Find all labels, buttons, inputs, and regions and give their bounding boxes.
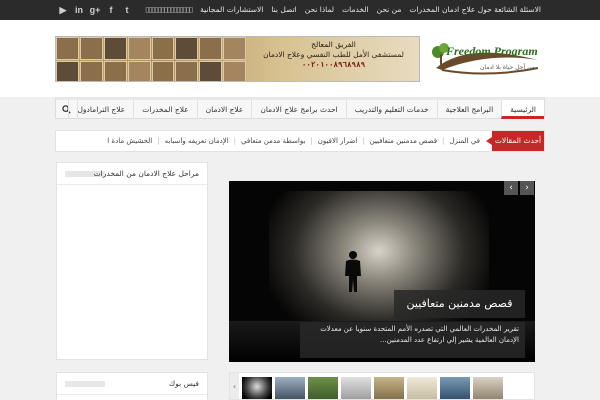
ticker-item[interactable]: اضرار الافيون: [314, 131, 361, 151]
social-links: ▶ in g+ f t: [55, 0, 135, 20]
twitter-icon[interactable]: t: [119, 0, 135, 20]
nav-training[interactable]: خدمات التعليم والتدريب: [345, 100, 437, 119]
thumbnail[interactable]: [407, 377, 437, 399]
nav-programs[interactable]: البرامج العلاجية: [436, 100, 501, 119]
thumbnail[interactable]: [374, 377, 404, 399]
nav-drugs-treatment[interactable]: علاج المخدرات: [133, 100, 196, 119]
topnav-about[interactable]: من نحن: [373, 0, 406, 20]
top-bar: ▶ in g+ f t الاسئلة الشائعة حول علاج ادم…: [0, 0, 600, 20]
ticker-item[interactable]: الإدمان تعريفه واسبابه: [161, 131, 233, 151]
topnav-unrendered[interactable]: ▯▯▯▯▯▯▯▯▯▯▯▯▯▯▯: [141, 0, 196, 20]
linkedin-icon[interactable]: in: [71, 0, 87, 20]
topnav-free-consult[interactable]: الاستشارات المجانية: [196, 0, 267, 20]
ticker-item[interactable]: الحشيش مادة ا: [103, 131, 156, 151]
nav-addiction-treatment[interactable]: علاج الادمان: [196, 100, 252, 119]
slide-image-silhouette: [345, 251, 361, 292]
ticker-item[interactable]: قصص مدمنين متعافيين: [366, 131, 441, 151]
thumbnail[interactable]: [242, 377, 272, 399]
youtube-icon[interactable]: ▶: [55, 0, 71, 20]
latest-articles-ticker: أحدث المقالات في المنزل | قصص مدمنين متعا…: [55, 130, 545, 152]
slider-prev-button[interactable]: ‹: [504, 181, 518, 195]
top-navigation: الاسئلة الشائعة حول علاج ادمان المخدرات …: [141, 0, 545, 20]
thumbnail[interactable]: [341, 377, 371, 399]
thumbnail[interactable]: [308, 377, 338, 399]
site-logo[interactable]: Freedom Program من أجل حياة بلا ادمان: [428, 38, 546, 82]
thumbnail[interactable]: [275, 377, 305, 399]
banner-text: الفريق المعالج لمستشفى الأمل للطب النفسي…: [251, 40, 416, 70]
slider-next-button[interactable]: ›: [520, 181, 534, 195]
banner-team-photos: [56, 37, 246, 81]
header-banner[interactable]: الفريق المعالج لمستشفى الأمل للطب النفسي…: [55, 36, 420, 82]
slide-excerpt: تقرير المخدرات العالمي التي تصدره الأمم …: [300, 322, 525, 358]
slide-title[interactable]: قصص مدمنين متعافيين: [394, 290, 525, 318]
banner-line2: لمستشفى الأمل للطب النفسي وعلاج الادمان: [263, 50, 404, 59]
topnav-faq[interactable]: الاسئلة الشائعة حول علاج ادمان المخدرات: [405, 0, 545, 20]
nav-latest-programs[interactable]: احدث برامج علاج الادمان: [251, 100, 345, 119]
main-navigation: الرئيسية البرامج العلاجية خدمات التعليم …: [55, 97, 545, 119]
thumbnail[interactable]: [473, 377, 503, 399]
thumbnail[interactable]: [440, 377, 470, 399]
google-plus-icon[interactable]: g+: [87, 0, 103, 20]
ticker-label: أحدث المقالات: [486, 131, 544, 151]
ticker-item[interactable]: بواسطة مدمن متعافي: [237, 131, 309, 151]
thumbs-prev-button[interactable]: ‹: [230, 373, 239, 399]
nav-tramadol-treatment[interactable]: علاج الترامادول: [68, 100, 133, 119]
facebook-icon[interactable]: f: [103, 0, 119, 20]
topnav-services[interactable]: الخدمات: [338, 0, 373, 20]
slider-thumbnails: ‹: [229, 372, 535, 400]
widget-title: مراحل علاج الادمان من المخدرات: [93, 169, 199, 178]
banner-phone: ٠٠٢٠١٠٠٨٩٦٨٩٨٩: [301, 60, 366, 69]
ticker-item[interactable]: في المنزل: [445, 131, 484, 151]
logo-text: Freedom Program: [446, 44, 538, 58]
site-header: الفريق المعالج لمستشفى الأمل للطب النفسي…: [0, 20, 600, 97]
topnav-why-us[interactable]: لماذا نحن: [301, 0, 338, 20]
nav-home[interactable]: الرئيسية: [501, 100, 544, 119]
topnav-contact[interactable]: اتصل بنا: [267, 0, 300, 20]
banner-line1: الفريق المعالج: [311, 40, 356, 49]
logo-subtitle: من أجل حياة بلا ادمان: [480, 64, 535, 71]
sidebar-widget-facebook: فيس بوك: [56, 372, 208, 400]
sidebar-widget-stages: مراحل علاج الادمان من المخدرات: [56, 162, 208, 360]
widget-title: فيس بوك: [169, 379, 199, 388]
